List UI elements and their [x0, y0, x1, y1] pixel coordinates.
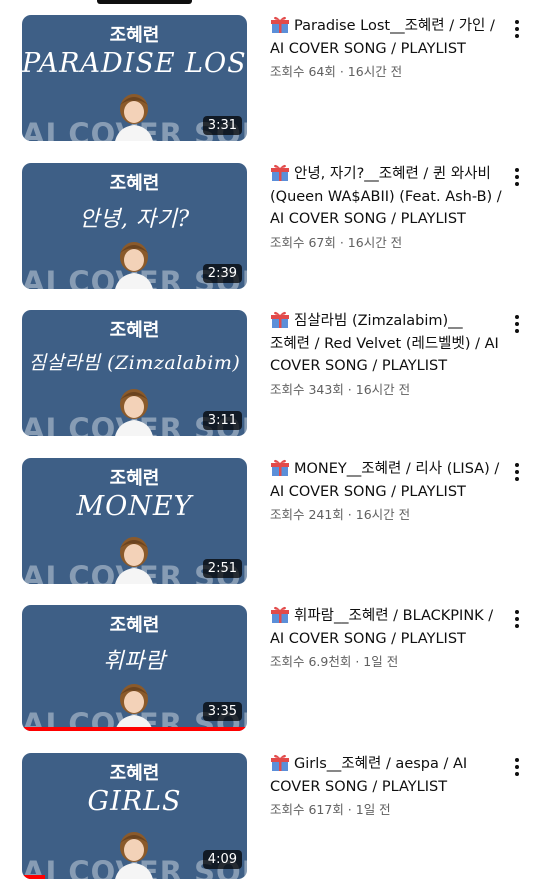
video-info[interactable]: Paradise Lost__조혜련 / 가인 / AI COVER SONG … [270, 15, 502, 80]
gift-icon [271, 459, 289, 476]
video-title[interactable]: 짐살라빔 (Zimzalabim)__조혜련 / Red Velvet (레드벨… [270, 310, 502, 378]
thumbnail-song-title: 짐살라빔 (Zimzalabim) [28, 352, 241, 374]
video-item[interactable]: AI COVER SONG 조혜련 MONEY 2:51 MONEY__조혜련 … [0, 458, 540, 586]
video-thumbnail[interactable]: AI COVER SONG 조혜련 안녕, 자기? 2:39 [22, 163, 247, 289]
more-vert-icon[interactable] [508, 312, 526, 336]
gift-icon [271, 606, 289, 623]
video-meta: 조회수 241회 · 16시간 전 [270, 507, 411, 522]
watch-progress-bar [22, 875, 45, 879]
video-title[interactable]: 안녕, 자기?__조혜련 / 퀸 와사비 (Queen WA$ABII) (Fe… [270, 163, 502, 231]
more-vert-icon[interactable] [508, 460, 526, 484]
video-title-text: MONEY__조혜련 / 리사 (LISA) / AI COVER SONG /… [270, 461, 500, 500]
video-item[interactable]: AI COVER SONG 조혜련 휘파람 3:35 휘파람__조혜련 / BL… [0, 605, 540, 733]
thumbnail-artist-name: 조혜련 [109, 25, 160, 46]
video-title-text: 짐살라빔 (Zimzalabim)__조혜련 / Red Velvet (레드벨… [270, 313, 499, 374]
video-title-text: Girls__조혜련 / aespa / AI COVER SONG / PLA… [270, 756, 468, 795]
duration-badge: 2:39 [202, 264, 242, 283]
video-item[interactable]: AI COVER SONG 조혜련 GIRLS 4:09 Girls__조혜련 … [0, 753, 540, 881]
video-title[interactable]: Girls__조혜련 / aespa / AI COVER SONG / PLA… [270, 753, 502, 798]
more-vert-icon[interactable] [508, 607, 526, 631]
thumbnail-song-title: MONEY [76, 491, 193, 522]
duration-badge: 3:35 [202, 702, 242, 721]
thumbnail-artist-name: 조혜련 [109, 763, 160, 784]
video-meta: 조회수 64회 · 16시간 전 [270, 64, 403, 79]
video-meta: 조회수 617회 · 1일 전 [270, 802, 391, 817]
singer-portrait-icon [115, 832, 153, 879]
duration-badge: 2:51 [202, 559, 242, 578]
gift-icon [271, 16, 289, 33]
video-meta: 조회수 67회 · 16시간 전 [270, 234, 403, 250]
video-item[interactable]: AI COVER SONG 조혜련 PARADISE LOST 3:31 Par… [0, 15, 540, 143]
more-vert-icon[interactable] [508, 17, 526, 41]
singer-portrait-icon [115, 684, 153, 731]
thumbnail-song-title: PARADISE LOST [22, 48, 247, 79]
video-title[interactable]: 휘파람__조혜련 / BLACKPINK / AI COVER SONG / P… [270, 605, 502, 650]
drag-handle [97, 0, 192, 4]
duration-badge: 4:09 [202, 850, 242, 869]
thumbnail-song-title: 안녕, 자기? [79, 207, 190, 232]
more-vert-icon[interactable] [508, 165, 526, 189]
video-info[interactable]: 짐살라빔 (Zimzalabim)__조혜련 / Red Velvet (레드벨… [270, 310, 502, 398]
thumbnail-artist-name: 조혜련 [109, 173, 160, 194]
video-info[interactable]: 휘파람__조혜련 / BLACKPINK / AI COVER SONG / P… [270, 605, 502, 670]
video-thumbnail[interactable]: AI COVER SONG 조혜련 PARADISE LOST 3:31 [22, 15, 247, 141]
thumbnail-song-title: 휘파람 [103, 649, 166, 674]
gift-icon [271, 311, 289, 328]
video-thumbnail[interactable]: AI COVER SONG 조혜련 짐살라빔 (Zimzalabim) 3:11 [22, 310, 247, 436]
gift-icon [271, 164, 289, 181]
singer-portrait-icon [115, 537, 153, 584]
video-thumbnail[interactable]: AI COVER SONG 조혜련 MONEY 2:51 [22, 458, 247, 584]
video-info[interactable]: Girls__조혜련 / aespa / AI COVER SONG / PLA… [270, 753, 502, 818]
singer-portrait-icon [115, 94, 153, 141]
singer-portrait-icon [115, 389, 153, 436]
more-vert-icon[interactable] [508, 755, 526, 779]
thumbnail-artist-name: 조혜련 [109, 320, 160, 341]
duration-badge: 3:11 [202, 411, 242, 430]
watch-progress-bar [22, 727, 247, 731]
video-info[interactable]: 안녕, 자기?__조혜련 / 퀸 와사비 (Queen WA$ABII) (Fe… [270, 163, 502, 251]
video-title-text: Paradise Lost__조혜련 / 가인 / AI COVER SONG … [270, 18, 495, 57]
thumbnail-song-title: GIRLS [87, 786, 182, 817]
video-thumbnail[interactable]: AI COVER SONG 조혜련 GIRLS 4:09 [22, 753, 247, 879]
video-title[interactable]: Paradise Lost__조혜련 / 가인 / AI COVER SONG … [270, 15, 502, 60]
video-item[interactable]: AI COVER SONG 조혜련 짐살라빔 (Zimzalabim) 3:11… [0, 310, 540, 438]
thumbnail-artist-name: 조혜련 [109, 615, 160, 636]
singer-portrait-icon [115, 242, 153, 289]
thumbnail-artist-name: 조혜련 [109, 468, 160, 489]
video-thumbnail[interactable]: AI COVER SONG 조혜련 휘파람 3:35 [22, 605, 247, 731]
video-meta: 조회수 6.9천회 · 1일 전 [270, 654, 399, 669]
video-info[interactable]: MONEY__조혜련 / 리사 (LISA) / AI COVER SONG /… [270, 458, 502, 523]
video-item[interactable]: AI COVER SONG 조혜련 안녕, 자기? 2:39 안녕, 자기?__… [0, 163, 540, 291]
gift-icon [271, 754, 289, 771]
video-title-text: 안녕, 자기?__조혜련 / 퀸 와사비 (Queen WA$ABII) (Fe… [270, 166, 502, 227]
video-meta: 조회수 343회 · 16시간 전 [270, 381, 411, 397]
video-title-text: 휘파람__조혜련 / BLACKPINK / AI COVER SONG / P… [270, 608, 494, 647]
duration-badge: 3:31 [202, 116, 242, 135]
video-title[interactable]: MONEY__조혜련 / 리사 (LISA) / AI COVER SONG /… [270, 458, 502, 503]
